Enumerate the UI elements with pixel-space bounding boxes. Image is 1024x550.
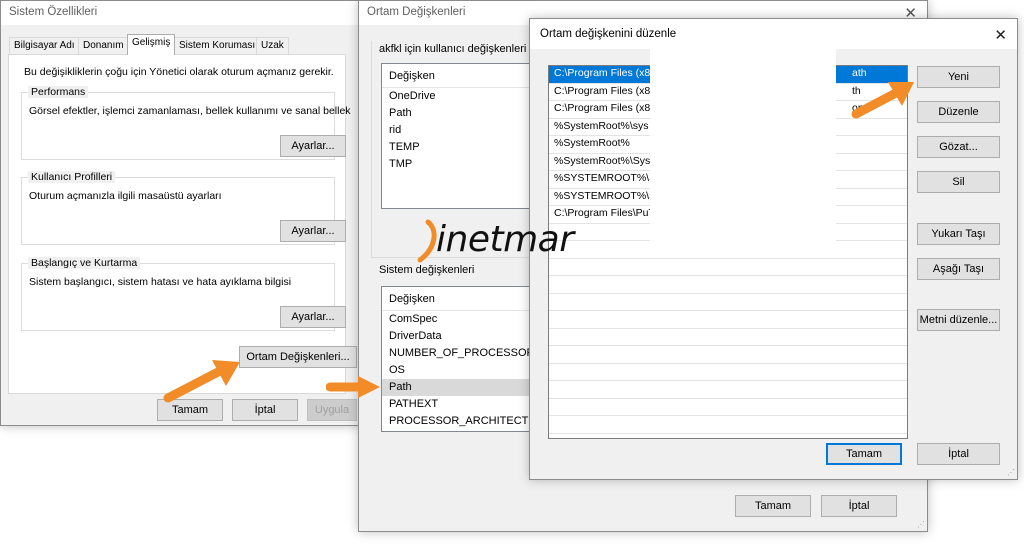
arrow-to-path-icon [326, 376, 380, 398]
environment-variables-cancel-button[interactable]: İptal [821, 495, 897, 517]
path-entry-empty[interactable] [549, 329, 907, 346]
list-item[interactable]: TEMP [382, 139, 540, 156]
edit-text-button[interactable]: Metni düzenle... [917, 309, 1000, 331]
path-entry-empty[interactable] [549, 416, 907, 434]
admin-note: Bu değişikliklerin çoğu için Yönetici ol… [24, 66, 334, 78]
list-item[interactable]: TMP [382, 156, 540, 173]
move-up-button[interactable]: Yukarı Taşı [917, 223, 1000, 245]
environment-variables-button[interactable]: Ortam Değişkenleri... [239, 346, 357, 368]
resize-grip-icon[interactable]: ⋰ [917, 520, 925, 529]
list-item[interactable]: ComSpec [382, 311, 540, 328]
path-entry-text: C:\Program Files (x8 [554, 102, 651, 114]
path-entry-text: C:\Program Files (x8 [554, 67, 651, 79]
path-entry-empty[interactable] [549, 399, 907, 416]
performance-group: Performans Görsel efektler, işlemci zama… [21, 86, 351, 160]
edit-variable-cancel-button[interactable]: İptal [917, 443, 1000, 465]
edit-variable-title: Ortam değişkenini düzenle [530, 19, 1017, 49]
startup-recovery-group: Başlangıç ve Kurtarma Sistem başlangıcı,… [21, 257, 346, 331]
system-properties-apply-button: Uygula [307, 399, 357, 421]
startup-recovery-settings-button[interactable]: Ayarlar... [280, 306, 346, 328]
resize-grip-icon[interactable]: ⋰ [1007, 468, 1015, 477]
performance-description: Görsel efektler, işlemci zamanlaması, be… [29, 105, 351, 117]
path-entry-empty[interactable] [549, 276, 907, 294]
environment-variables-ok-button[interactable]: Tamam [735, 495, 811, 517]
path-entry-empty[interactable] [549, 346, 907, 364]
path-entry-empty[interactable] [549, 311, 907, 329]
inetmar-logo: inetmar [414, 216, 584, 266]
list-item[interactable]: OS [382, 362, 540, 379]
performance-settings-button[interactable]: Ayarlar... [280, 135, 346, 157]
path-entry-text: C:\Program Files (x8 [554, 84, 651, 97]
delete-button[interactable]: Sil [917, 171, 1000, 193]
advanced-tab-panel: Bu değişikliklerin çoğu için Yönetici ol… [8, 54, 357, 394]
startup-recovery-description: Sistem başlangıcı, sistem hatası ve hata… [29, 276, 292, 288]
list-item[interactable]: PROCESSOR_ARCHITECTURE [382, 413, 540, 430]
user-profiles-group: Kullanıcı Profilleri Oturum açmanızla il… [21, 171, 346, 245]
tab-advanced[interactable]: Gelişmiş [127, 34, 176, 55]
tab-hardware[interactable]: Donanım [78, 37, 129, 54]
list-item-path-selected[interactable]: Path [382, 379, 540, 396]
user-variables-header: Değişken [382, 64, 540, 88]
system-variables-header: Değişken [382, 287, 540, 311]
user-profiles-description: Oturum açmanızla ilgili masaüstü ayarlar… [29, 190, 222, 202]
system-properties-title: Sistem Özellikleri [1, 1, 361, 25]
new-button[interactable]: Yeni [917, 66, 1000, 88]
edit-variable-ok-button[interactable]: Tamam [826, 443, 902, 465]
user-profiles-settings-button[interactable]: Ayarlar... [280, 220, 346, 242]
arrow-to-env-button-icon [163, 360, 240, 403]
list-item[interactable]: OneDrive [382, 88, 540, 105]
performance-label: Performans [28, 86, 89, 98]
path-entry-empty[interactable] [549, 381, 907, 399]
redaction-mask [650, 48, 836, 248]
path-entry-empty[interactable] [549, 364, 907, 381]
browse-button[interactable]: Gözat... [917, 136, 1000, 158]
tab-remote[interactable]: Uzak [256, 37, 289, 54]
user-variables-list[interactable]: Değişken OneDrive Path rid TEMP TMP [381, 63, 541, 209]
startup-recovery-label: Başlangıç ve Kurtarma [28, 257, 141, 269]
system-variables-list[interactable]: Değişken ComSpec DriverData NUMBER_OF_PR… [381, 286, 541, 432]
path-entry-empty[interactable] [549, 294, 907, 311]
close-icon[interactable]: ✕ [994, 26, 1007, 44]
tab-system-protection[interactable]: Sistem Koruması [174, 37, 261, 54]
user-profiles-label: Kullanıcı Profilleri [28, 171, 116, 183]
list-item[interactable]: NUMBER_OF_PROCESSORS [382, 345, 540, 362]
list-item[interactable]: Path [382, 105, 540, 122]
list-item[interactable]: PATHEXT [382, 396, 540, 413]
move-down-button[interactable]: Aşağı Taşı [917, 258, 1000, 280]
arrow-to-new-button-icon [851, 82, 914, 119]
watermark-text: inetmar [436, 219, 574, 260]
path-entry-empty[interactable] [549, 259, 907, 276]
list-item[interactable]: DriverData [382, 328, 540, 345]
list-item[interactable]: rid [382, 122, 540, 139]
tab-computer-name[interactable]: Bilgisayar Adı [9, 37, 80, 54]
edit-button[interactable]: Düzenle [917, 101, 1000, 123]
